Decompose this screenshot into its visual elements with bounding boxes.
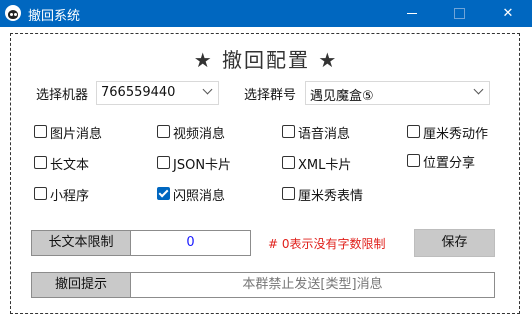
checkbox-label: JSON卡片 [173, 158, 232, 173]
robot-select[interactable]: 766559440 [96, 81, 219, 105]
limit-note: # 0表示没有字数限制 [268, 237, 386, 251]
checkbox-box-checked[interactable] [157, 187, 170, 200]
group-select-value: 遇见魔盒⑤ [310, 89, 374, 104]
checkbox-label: 厘米秀表情 [298, 189, 364, 204]
close-button[interactable]: ✕ [485, 0, 531, 27]
close-icon: ✕ [502, 6, 514, 21]
checkbox-label: XML卡片 [298, 158, 352, 173]
chevron-down-icon [473, 84, 484, 95]
checkbox-cmshow-action[interactable]: 厘米秀动作 [407, 123, 497, 142]
minimize-icon [407, 13, 417, 14]
recall-prompt-input[interactable]: 本群禁止发送[类型]消息 [130, 272, 495, 298]
checkbox-xml-card[interactable]: XML卡片 [282, 154, 372, 173]
checkbox-label: 视频消息 [173, 127, 226, 142]
checkbox-mini-program[interactable]: 小程序 [34, 185, 124, 204]
checkbox-box[interactable] [157, 125, 170, 138]
long-text-limit-input[interactable]: 0 [130, 230, 251, 256]
checkbox-label: 小程序 [50, 189, 90, 204]
checkbox-long-text[interactable]: 长文本 [34, 154, 124, 173]
checkbox-json-card[interactable]: JSON卡片 [157, 154, 247, 173]
checkbox-box[interactable] [407, 125, 420, 138]
checkbox-box[interactable] [407, 154, 420, 167]
checkbox-label: 厘米秀动作 [423, 127, 489, 142]
checkbox-voice-msg[interactable]: 语音消息 [282, 123, 372, 142]
checkbox-video-msg[interactable]: 视频消息 [157, 123, 247, 142]
checkbox-image-msg[interactable]: 图片消息 [34, 123, 124, 142]
checkbox-flash-photo[interactable]: 闪照消息 [157, 185, 247, 204]
robot-select-value: 766559440 [101, 85, 176, 100]
minimize-button[interactable] [390, 0, 436, 27]
checkbox-label: 图片消息 [50, 127, 103, 142]
chevron-down-icon [202, 84, 213, 95]
group-select[interactable]: 遇见魔盒⑤ [305, 81, 490, 105]
checkbox-label: 闪照消息 [173, 189, 226, 204]
page-title: ★ 撤回配置 ★ [193, 48, 339, 72]
checkbox-cmshow-emoji[interactable]: 厘米秀表情 [282, 185, 382, 204]
checkbox-box[interactable] [282, 156, 295, 169]
checkbox-box[interactable] [34, 187, 47, 200]
checkbox-location-share[interactable]: 位置分享 [407, 152, 497, 171]
checkbox-box[interactable] [34, 156, 47, 169]
checkbox-label: 位置分享 [423, 156, 476, 171]
recall-prompt-label: 撤回提示 [31, 272, 131, 298]
checkbox-label: 长文本 [50, 158, 90, 173]
maximize-button[interactable] [436, 0, 482, 27]
long-text-limit-label: 长文本限制 [31, 230, 131, 256]
checkbox-box[interactable] [282, 125, 295, 138]
penguin-icon [5, 5, 21, 21]
checkbox-box[interactable] [157, 156, 170, 169]
checkbox-label: 语音消息 [298, 127, 351, 142]
title-bar: 撤回系统 ✕ [0, 0, 532, 27]
group-label: 选择群号 [244, 88, 297, 103]
maximize-icon [454, 8, 465, 19]
robot-label: 选择机器 [36, 88, 89, 103]
save-button[interactable]: 保存 [414, 229, 495, 257]
window-title: 撤回系统 [28, 9, 81, 24]
checkbox-box[interactable] [282, 187, 295, 200]
checkbox-box[interactable] [34, 125, 47, 138]
